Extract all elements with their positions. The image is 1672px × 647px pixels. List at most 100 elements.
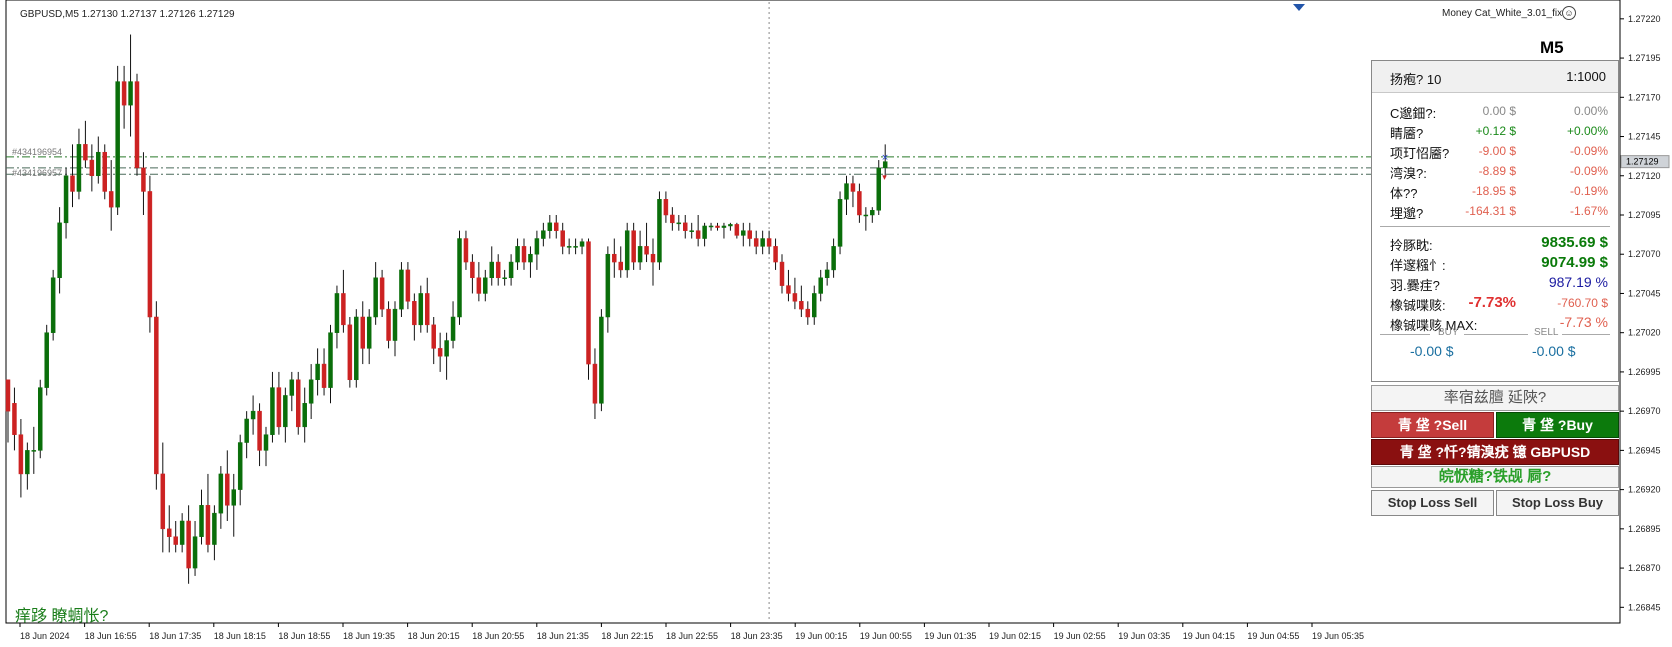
stat-row: 埋邈? -164.31 $ -1.67% — [1372, 201, 1618, 221]
candle-body — [18, 434, 24, 475]
candle-body — [315, 363, 320, 381]
candle-body — [237, 442, 243, 490]
candle-body — [850, 183, 856, 192]
candle-body — [760, 238, 765, 247]
candle-body — [25, 450, 30, 475]
smiley-icon[interactable]: ☺ — [1562, 6, 1576, 20]
stat-value: -164.31 $ — [1465, 204, 1516, 218]
candle-body — [173, 536, 178, 545]
candle-body — [812, 293, 817, 318]
candle-body — [747, 230, 752, 239]
candle-body — [205, 505, 211, 545]
stat-label: 睛靥? — [1390, 126, 1424, 141]
candle-body — [347, 324, 353, 381]
trade-arrow-icon: ▾ — [882, 173, 887, 183]
stat-label: 项玎怊靥? — [1390, 146, 1450, 161]
time-tick-label: 18 Jun 21:35 — [537, 631, 589, 641]
candle-body — [528, 253, 533, 263]
candle-body — [425, 293, 430, 326]
candle-body — [734, 224, 740, 236]
candle-body — [876, 167, 881, 211]
candle-body — [50, 277, 56, 333]
ea-info-panel: 扬疱? 10 1:1000 C邈鈿?: 0.00 $ 0.00% 睛靥? +0.… — [1371, 60, 1619, 382]
stat-row: 体?? -18.95 $ -0.19% — [1372, 181, 1618, 201]
stop-loss-sell-button[interactable]: Stop Loss Sell — [1371, 490, 1494, 516]
close-buy-button[interactable]: 青 垡 ?Buy — [1496, 412, 1619, 438]
close-sell-button[interactable]: 青 垡 ?Sell — [1371, 412, 1494, 438]
candle-body — [392, 308, 398, 341]
symbol-info-label: GBPUSD,M5 1.27130 1.27137 1.27126 1.2712… — [20, 9, 235, 20]
drawdown-value: -760.70 $ — [1557, 296, 1608, 310]
price-tick-label: 1.27220 — [1628, 14, 1661, 24]
candle-body — [786, 285, 791, 294]
balance-value: 9835.69 $ — [1541, 234, 1608, 251]
candle-body — [31, 450, 37, 452]
candle-body — [870, 210, 875, 216]
time-tick-label: 19 Jun 01:35 — [924, 631, 976, 641]
leverage-label: 1:1000 — [1566, 69, 1606, 84]
candle-body — [521, 246, 527, 263]
close-all-symbol-button[interactable]: 青 垡 ?忏?锖溴疣 镱 GBPUSD — [1371, 439, 1619, 465]
candle-body — [244, 418, 249, 443]
candle-body — [399, 269, 404, 310]
candle-body — [695, 230, 701, 239]
drawdown-max-value: -7.73 % — [1559, 314, 1608, 330]
candle-body — [624, 230, 630, 271]
candle-body — [257, 410, 262, 451]
candle-body — [444, 340, 449, 357]
stop-loss-buy-button[interactable]: Stop Loss Buy — [1496, 490, 1619, 516]
candle-body — [167, 528, 172, 537]
candle-body — [5, 379, 11, 412]
candle-body — [728, 224, 733, 227]
candle-body — [341, 293, 346, 326]
candle-body — [366, 316, 372, 349]
candle-body — [779, 261, 785, 286]
candle-body — [547, 222, 553, 231]
time-tick-label: 18 Jun 19:35 — [343, 631, 395, 641]
candle-body — [263, 434, 269, 451]
stat-row: 睛靥? +0.12 $ +0.00% — [1372, 121, 1618, 141]
price-tick-label: 1.27145 — [1628, 132, 1661, 142]
drawdown-percent: -7.73% — [1468, 294, 1516, 311]
candle-body — [708, 225, 714, 228]
candle-body — [799, 301, 804, 310]
balance-row: 拎豚眈: 9835.69 $ — [1372, 233, 1618, 253]
divider — [1380, 334, 1430, 335]
candle-body — [44, 332, 49, 388]
time-tick-label: 18 Jun 22:55 — [666, 631, 718, 641]
candle-body — [283, 395, 288, 428]
candle-body — [96, 151, 101, 177]
stat-row: 项玎怊靥? -9.00 $ -0.09% — [1372, 141, 1618, 161]
time-tick-label: 18 Jun 20:55 — [472, 631, 524, 641]
price-tick-label: 1.26945 — [1628, 445, 1661, 455]
candle-body — [70, 175, 75, 192]
stat-value: -18.95 $ — [1471, 184, 1516, 198]
candle-body — [818, 277, 823, 294]
divider — [1380, 226, 1610, 227]
candle-body — [721, 225, 727, 228]
price-tick-label: 1.26845 — [1628, 602, 1661, 612]
candle-body — [715, 225, 720, 228]
candle-body — [605, 253, 611, 318]
price-tick-label: 1.27195 — [1628, 53, 1661, 63]
time-tick-label: 19 Jun 02:55 — [1054, 631, 1106, 641]
stat-percent: -0.09% — [1569, 164, 1608, 178]
price-tick-label: 1.27120 — [1628, 171, 1661, 181]
margin-label: 羽.爨疰? — [1390, 278, 1440, 293]
candle-body — [289, 379, 295, 396]
sell-label: SELL — [1534, 327, 1559, 338]
pending-orders-button[interactable]: 皖恹糖?铁觇 屙? — [1371, 466, 1619, 488]
candle-body — [431, 324, 436, 349]
candle-body — [792, 293, 798, 302]
stat-value: +0.12 $ — [1475, 124, 1516, 138]
drawdown-label: 橡铖喋赅: — [1390, 298, 1446, 313]
status-button[interactable]: 率宿兹膻 延陜? — [1371, 385, 1619, 411]
stat-percent: +0.00% — [1566, 124, 1608, 138]
candle-body — [108, 191, 114, 208]
stat-value: -9.00 $ — [1478, 144, 1516, 158]
candle-body — [141, 167, 146, 192]
candle-body — [579, 241, 585, 247]
candle-body — [689, 230, 694, 232]
equity-label: 佯邃糨忄: — [1390, 258, 1446, 273]
divider — [1464, 334, 1528, 335]
